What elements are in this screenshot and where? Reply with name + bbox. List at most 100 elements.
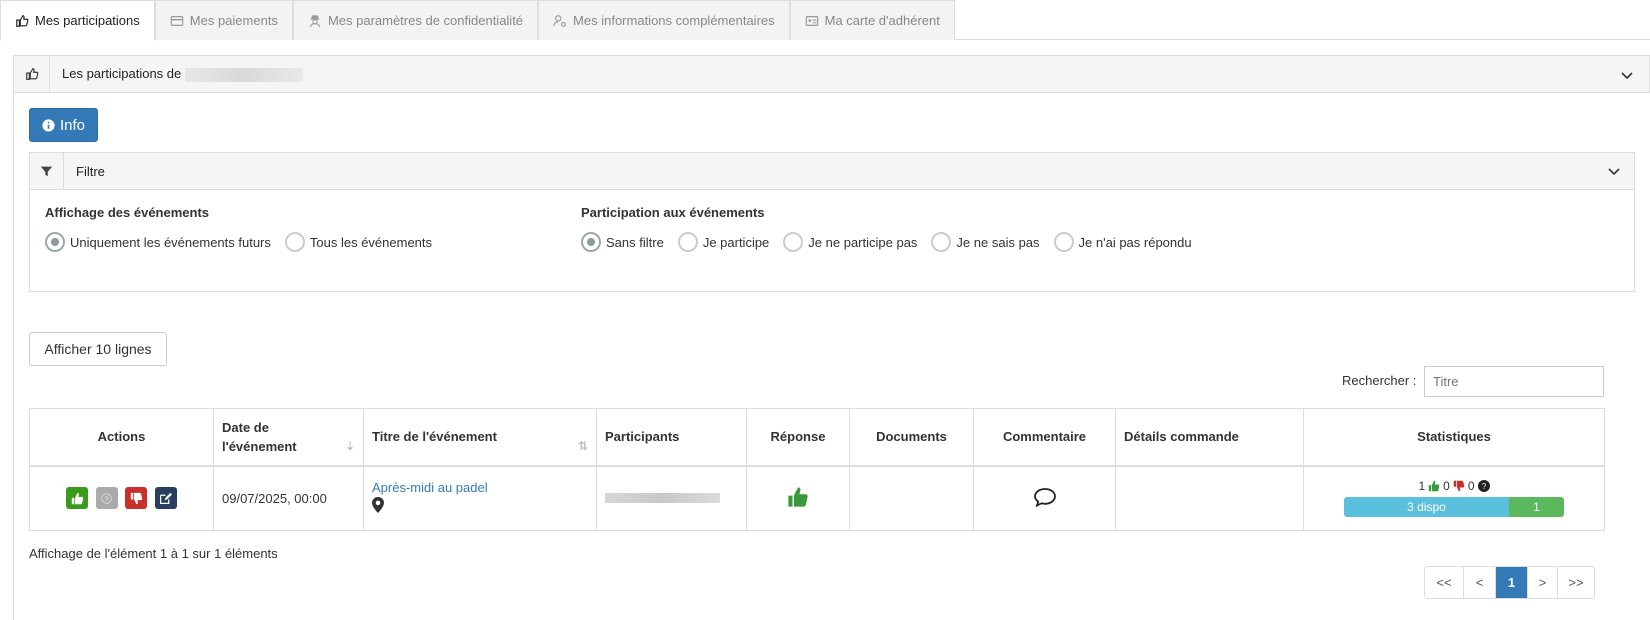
info-button-label: Info — [59, 116, 86, 134]
radio-dot[interactable] — [783, 232, 804, 252]
thumbs-up-icon — [25, 68, 38, 80]
header-participants: Participants — [596, 408, 747, 467]
blurred-member-name — [185, 67, 304, 82]
tab-label: Mes participations — [35, 13, 140, 28]
thumbs-up-icon — [1428, 481, 1440, 492]
header-stats: Statistiques — [1303, 408, 1605, 467]
radio-dot[interactable] — [581, 232, 601, 252]
tab-mes-paiements[interactable]: Mes paiements — [154, 0, 293, 40]
info-circle-icon — [42, 118, 55, 132]
search-input[interactable] — [1424, 366, 1604, 397]
sort-desc-icon[interactable]: ⇣ — [345, 439, 355, 453]
radio-dot[interactable] — [284, 232, 305, 252]
participate-button[interactable] — [66, 487, 89, 510]
participations-table: Actions Date de l'événement ⇣ Titre de l'… — [29, 408, 1605, 531]
header-response: Réponse — [746, 408, 850, 467]
header-date[interactable]: Date de l'événement ⇣ — [213, 408, 364, 467]
radio-je-participe[interactable]: Je participe — [677, 232, 769, 252]
documents-cell — [849, 465, 974, 531]
page-last[interactable]: >> — [1557, 567, 1594, 598]
tab-label: Ma carte d'adhérent — [824, 13, 940, 28]
header-title-label: Titre de l'événement — [372, 429, 497, 445]
content-frame — [13, 55, 1650, 620]
user-gear-icon — [553, 14, 567, 27]
header-title[interactable]: Titre de l'événement ⇅ — [363, 408, 597, 467]
stats-cell: 1 0 0 ? 3 dispo 1 — [1303, 465, 1605, 531]
maybe-button[interactable]: ? — [95, 487, 118, 510]
tab-label: Mes paramètres de confidentialité — [327, 13, 524, 28]
filter-panel: Filtre Affichage des événements Uniqueme… — [29, 152, 1635, 292]
radio-dot[interactable] — [931, 232, 952, 252]
tab-carte-adherent[interactable]: Ma carte d'adhérent — [789, 0, 955, 40]
radio-label: Je ne sais pas — [956, 234, 1040, 250]
order-details-cell — [1115, 465, 1304, 531]
participation-radios: Sans filtre Je participe Je ne participe… — [581, 232, 1206, 252]
page-next[interactable]: > — [1527, 567, 1557, 598]
participation-title: Participation aux événements — [581, 205, 765, 220]
map-marker-icon[interactable] — [372, 497, 384, 514]
thumbs-up-icon — [71, 492, 83, 504]
event-title-link[interactable]: Après-midi au padel — [372, 480, 488, 495]
decline-button[interactable] — [125, 487, 148, 510]
radio-dot[interactable] — [1053, 232, 1074, 252]
participations-panel-header[interactable]: Les participations de — [13, 55, 1650, 93]
thumbs-down-icon — [130, 492, 143, 504]
radio-tous[interactable]: Tous les événements — [284, 232, 432, 252]
availability-bar: 3 dispo 1 — [1344, 497, 1564, 518]
user-secret-icon — [310, 14, 320, 27]
svg-text:?: ? — [1481, 482, 1486, 491]
radio-futurs[interactable]: Uniquement les événements futurs — [45, 232, 271, 252]
radio-label: Sans filtre — [606, 234, 664, 250]
search-label: Rechercher : — [1342, 373, 1417, 388]
radio-pas-repondu[interactable]: Je n'ai pas répondu — [1053, 232, 1192, 252]
page-prev[interactable]: < — [1463, 567, 1495, 598]
edit-button[interactable] — [154, 487, 177, 510]
radio-je-ne-sais-pas[interactable]: Je ne sais pas — [931, 232, 1040, 252]
header-comment: Commentaire — [973, 408, 1116, 467]
pagination: << < 1 > >> — [1424, 566, 1595, 599]
tab-informations-complementaires[interactable]: Mes informations complémentaires — [538, 0, 790, 40]
tab-label: Mes informations complémentaires — [573, 13, 775, 28]
page-length-button[interactable]: Afficher 10 lignes — [29, 332, 167, 366]
chevron-down-icon[interactable] — [1619, 67, 1635, 83]
chevron-down-icon[interactable] — [1606, 163, 1622, 179]
page-current[interactable]: 1 — [1495, 567, 1527, 598]
stats-maybe-count: 0 — [1467, 479, 1475, 494]
sort-icon[interactable]: ⇅ — [578, 439, 588, 453]
date-cell: 09/07/2025, 00:00 — [213, 465, 364, 531]
filter-panel-header[interactable]: Filtre — [30, 153, 1634, 190]
svg-text:?: ? — [105, 494, 109, 503]
response-cell — [746, 465, 850, 531]
header-actions: Actions — [29, 408, 214, 467]
info-button[interactable]: Info — [29, 108, 98, 142]
id-card-icon — [805, 15, 818, 26]
comment-icon[interactable] — [1033, 487, 1057, 507]
available-segment: 3 dispo — [1344, 497, 1509, 518]
comment-cell — [973, 465, 1116, 531]
radio-je-ne-participe-pas[interactable]: Je ne participe pas — [783, 232, 917, 252]
radio-dot[interactable] — [45, 232, 65, 252]
tab-bar: Mes participations Mes paiements Mes par… — [0, 0, 1650, 41]
header-date-label: Date de l'événement — [222, 419, 297, 454]
tab-label: Mes paiements — [189, 13, 278, 28]
header-order-details: Détails commande — [1115, 408, 1304, 467]
panel-icon-box — [14, 56, 50, 92]
thumbs-down-icon — [1453, 481, 1465, 492]
table-header-row: Actions Date de l'événement ⇣ Titre de l'… — [29, 408, 1605, 467]
events-display-title: Affichage des événements — [45, 205, 210, 220]
filter-icon — [40, 166, 53, 176]
header-documents: Documents — [849, 408, 974, 467]
page-first[interactable]: << — [1425, 567, 1463, 598]
radio-sans-filtre[interactable]: Sans filtre — [581, 232, 664, 252]
taken-segment: 1 — [1509, 497, 1564, 518]
radio-label: Uniquement les événements futurs — [70, 234, 271, 250]
tab-mes-participations[interactable]: Mes participations — [0, 0, 155, 41]
filter-icon-box — [30, 153, 64, 189]
participants-cell — [596, 465, 747, 531]
tab-confidentialite[interactable]: Mes paramètres de confidentialité — [292, 0, 539, 40]
stats-counts: 1 0 0 ? — [1305, 479, 1603, 493]
radio-label: Je ne participe pas — [808, 234, 918, 250]
panel-title-text: Les participations de — [62, 66, 182, 82]
radio-dot[interactable] — [677, 232, 698, 252]
events-display-radios: Uniquement les événements futurs Tous le… — [45, 232, 446, 252]
